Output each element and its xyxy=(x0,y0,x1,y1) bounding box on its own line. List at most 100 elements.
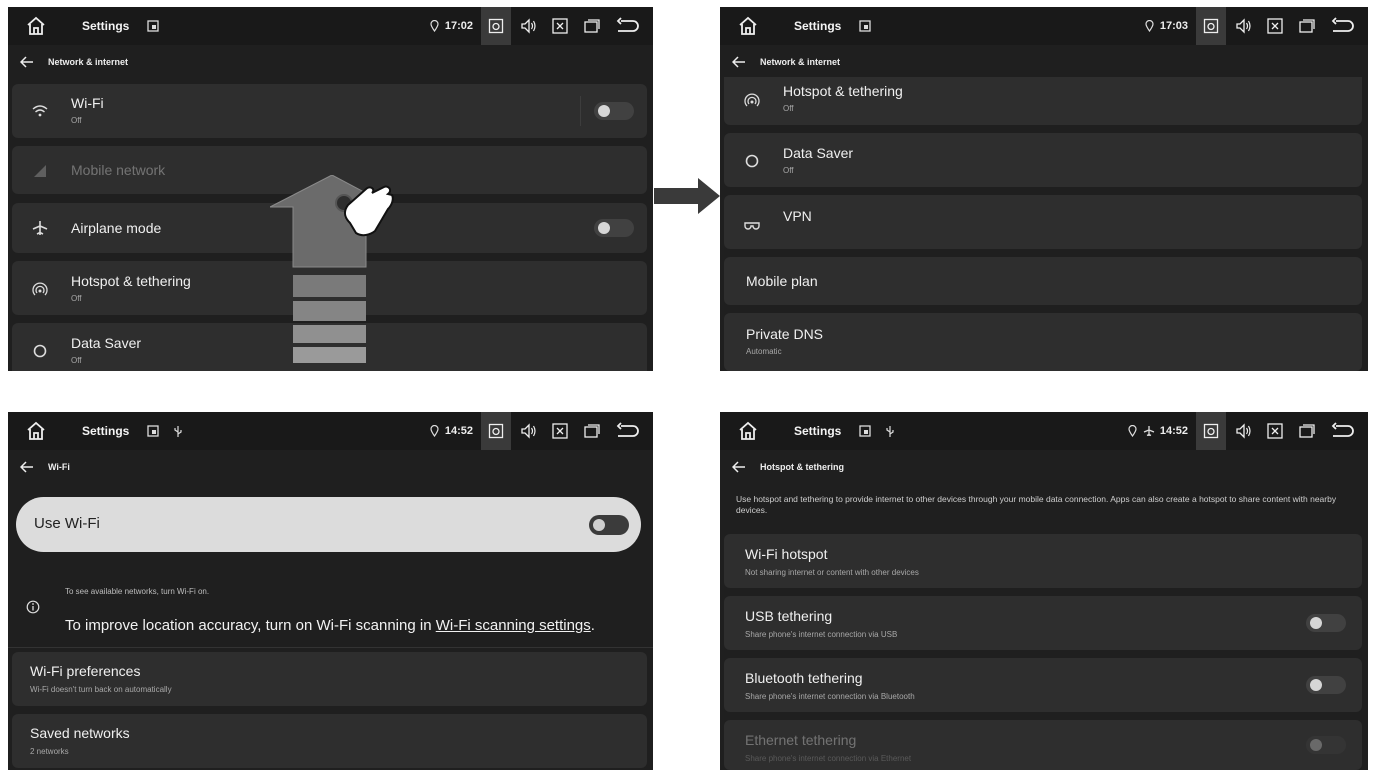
close-box-icon[interactable] xyxy=(551,17,569,35)
screen-network-internet-2: Settings 17:03 Network & internet Hotspo… xyxy=(720,7,1368,371)
right-arrow-icon xyxy=(654,178,720,214)
airplane-toggle[interactable] xyxy=(594,219,634,237)
back-arrow-icon[interactable] xyxy=(20,55,34,68)
item-title: Wi-Fi hotspot xyxy=(745,546,828,562)
list-item-usb-tethering[interactable]: USB tethering Share phone's internet con… xyxy=(724,596,1362,650)
back-icon[interactable] xyxy=(1330,17,1354,35)
info-hint: To see available networks, turn Wi-Fi on… xyxy=(65,587,210,596)
nav-row: Network & internet xyxy=(720,45,1368,78)
item-title: Airplane mode xyxy=(71,220,162,236)
list-item-mobile-plan[interactable]: Mobile plan xyxy=(724,257,1362,305)
item-title: Hotspot & tethering xyxy=(71,273,191,289)
window-icon xyxy=(147,425,159,437)
recents-icon[interactable] xyxy=(1298,422,1316,440)
close-box-icon[interactable] xyxy=(551,422,569,440)
clock: 14:52 xyxy=(444,425,473,437)
page-title: Network & internet xyxy=(760,56,841,67)
home-icon[interactable] xyxy=(26,421,46,441)
scanning-hint-period: . xyxy=(590,617,595,634)
screenshot-button[interactable] xyxy=(1196,412,1226,450)
item-title: Wi-Fi xyxy=(71,95,104,111)
home-icon[interactable] xyxy=(26,16,46,36)
status-bar: Settings 17:03 xyxy=(720,7,1368,45)
item-title: Hotspot & tethering xyxy=(783,83,903,99)
item-title: Saved networks xyxy=(30,725,130,741)
page-title: Hotspot & tethering xyxy=(760,461,844,472)
list-item-data-saver[interactable]: Data Saver Off xyxy=(724,133,1362,187)
back-arrow-icon[interactable] xyxy=(732,55,746,68)
use-wifi-toggle[interactable] xyxy=(589,515,629,535)
list-item-vpn[interactable]: VPN xyxy=(724,195,1362,249)
airplane-icon xyxy=(1143,426,1155,437)
usb-icon xyxy=(886,425,894,437)
location-icon xyxy=(430,20,439,32)
home-icon[interactable] xyxy=(738,16,758,36)
bluetooth-tethering-toggle[interactable] xyxy=(1306,676,1346,694)
screenshot-button[interactable] xyxy=(481,7,511,45)
list-item-saved-networks[interactable]: Saved networks 2 networks xyxy=(12,714,647,768)
home-icon[interactable] xyxy=(738,421,758,441)
list-item-bluetooth-tethering[interactable]: Bluetooth tethering Share phone's intern… xyxy=(724,658,1362,712)
item-title: Mobile plan xyxy=(746,273,818,289)
item-subtitle: Share phone's internet connection via Bl… xyxy=(745,692,915,701)
screen-hotspot-tethering: Settings 14:52 Hotspot & tethering Use h… xyxy=(720,412,1368,770)
item-subtitle: Off xyxy=(783,104,794,113)
camera-icon xyxy=(488,423,504,439)
recents-icon[interactable] xyxy=(583,17,601,35)
nav-row: Network & internet xyxy=(8,45,653,78)
back-icon[interactable] xyxy=(1330,422,1354,440)
close-box-icon[interactable] xyxy=(1266,422,1284,440)
wifi-icon xyxy=(32,105,48,117)
airplane-icon xyxy=(32,221,48,235)
nav-row: Wi-Fi xyxy=(8,450,653,483)
volume-icon[interactable] xyxy=(1234,17,1252,35)
close-box-icon[interactable] xyxy=(1266,17,1284,35)
use-wifi-switch-bar[interactable]: Use Wi-Fi xyxy=(16,497,641,552)
scanning-hint-text: To improve location accuracy, turn on Wi… xyxy=(65,617,436,634)
usb-tethering-toggle[interactable] xyxy=(1306,614,1346,632)
item-subtitle: Off xyxy=(71,116,82,125)
item-subtitle: Automatic xyxy=(746,347,782,356)
list-item-private-dns[interactable]: Private DNS Automatic xyxy=(724,313,1362,371)
location-icon xyxy=(430,425,439,437)
back-icon[interactable] xyxy=(615,17,639,35)
recents-icon[interactable] xyxy=(583,422,601,440)
screen-wifi: Settings 14:52 Wi-Fi Use Wi-Fi To see av… xyxy=(8,412,653,770)
item-subtitle: Off xyxy=(783,166,794,175)
clock: 17:03 xyxy=(1159,20,1188,32)
list-item-wifi[interactable]: Wi-Fi Off xyxy=(12,84,647,138)
vpn-icon xyxy=(744,222,760,230)
list-item-wifi-hotspot[interactable]: Wi-Fi hotspot Not sharing internet or co… xyxy=(724,534,1362,588)
item-subtitle: Share phone's internet connection via Et… xyxy=(745,754,912,763)
back-arrow-icon[interactable] xyxy=(732,460,746,473)
wifi-scanning-settings-link[interactable]: Wi-Fi scanning settings xyxy=(436,617,591,634)
back-arrow-icon[interactable] xyxy=(20,460,34,473)
item-subtitle: Not sharing internet or content with oth… xyxy=(745,568,919,577)
item-subtitle: 2 networks xyxy=(30,747,69,756)
hotspot-icon xyxy=(744,93,760,107)
list-item-hotspot[interactable]: Hotspot & tethering Off xyxy=(724,77,1362,125)
camera-icon xyxy=(1203,423,1219,439)
item-subtitle: Off xyxy=(71,294,82,303)
item-subtitle: Share phone's internet connection via US… xyxy=(745,630,898,639)
volume-icon[interactable] xyxy=(1234,422,1252,440)
ethernet-tethering-toggle xyxy=(1306,736,1346,754)
volume-icon[interactable] xyxy=(519,422,537,440)
status-title: Settings xyxy=(82,19,130,33)
camera-icon xyxy=(488,18,504,34)
list-item-wifi-preferences[interactable]: Wi-Fi preferences Wi-Fi doesn't turn bac… xyxy=(12,652,647,706)
item-title: Bluetooth tethering xyxy=(745,670,863,686)
list-item-ethernet-tethering: Ethernet tethering Share phone's interne… xyxy=(724,720,1362,770)
volume-icon[interactable] xyxy=(519,17,537,35)
window-icon xyxy=(147,20,159,32)
item-title: Data Saver xyxy=(71,335,142,351)
recents-icon[interactable] xyxy=(1298,17,1316,35)
item-title: Data Saver xyxy=(783,145,854,161)
item-title: Ethernet tethering xyxy=(745,732,857,748)
hotspot-description: Use hotspot and tethering to provide int… xyxy=(736,494,1337,515)
screenshot-button[interactable] xyxy=(481,412,511,450)
item-title: Private DNS xyxy=(746,326,824,342)
back-icon[interactable] xyxy=(615,422,639,440)
wifi-toggle[interactable] xyxy=(594,102,634,120)
screenshot-button[interactable] xyxy=(1196,7,1226,45)
